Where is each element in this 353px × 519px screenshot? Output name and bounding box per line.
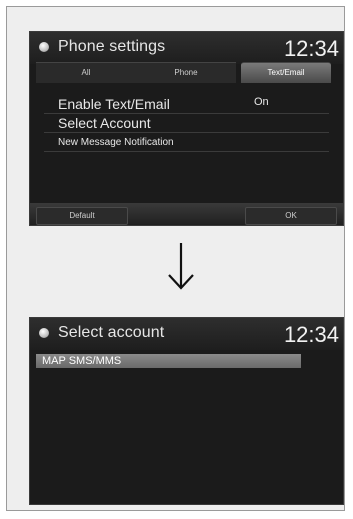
tab-phone[interactable]: Phone [136,62,236,83]
menu-item-label: Enable Text/Email [58,96,170,112]
settings-menu: Enable Text/Email On Select Account New … [44,96,329,153]
menu-dot-icon [39,42,49,52]
title-bar: Select account 12:34 [30,318,343,350]
title-bar: Phone settings 12:34 [30,32,343,64]
clock: 12:34 [283,36,339,61]
down-arrow-icon [168,243,194,290]
account-item-map-sms-mms[interactable]: MAP SMS/MMS [36,354,301,368]
menu-item-select-account[interactable]: Select Account [44,115,329,133]
screen-title: Phone settings [58,38,166,55]
menu-item-value: On [254,96,269,108]
menu-item-label: New Message Notification [58,137,174,148]
tab-text-email[interactable]: Text/Email [241,62,331,83]
tab-bar: All Phone Text/Email [36,62,336,83]
account-list: MAP SMS/MMS [36,354,301,368]
menu-item-label: Select Account [58,115,151,131]
figure-frame: Phone settings 12:34 All Phone Text/Emai… [6,6,345,511]
tab-all[interactable]: All [36,62,136,83]
default-button[interactable]: Default [36,207,128,225]
menu-item-new-message-notification[interactable]: New Message Notification [44,134,329,152]
menu-dot-icon [39,328,49,338]
ok-button[interactable]: OK [245,207,337,225]
clock: 12:34 [283,322,339,347]
select-account-screen: Select account 12:34 MAP SMS/MMS [29,317,344,505]
screen-title: Select account [58,324,165,341]
menu-item-enable-text-email[interactable]: Enable Text/Email On [44,96,329,114]
phone-settings-screen: Phone settings 12:34 All Phone Text/Emai… [29,31,344,226]
footer-bar: Default OK [30,203,343,225]
